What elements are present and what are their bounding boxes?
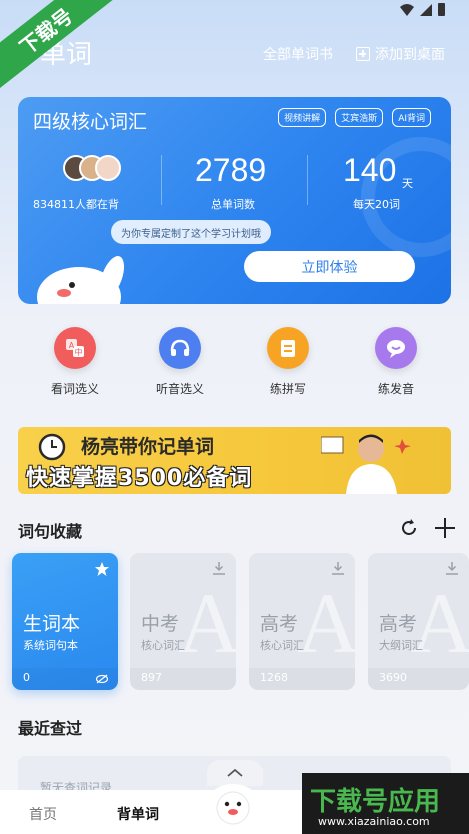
wifi-icon — [400, 3, 414, 16]
promo-banner[interactable]: 杨亮带你记单词 快速掌握3500必备词 — [18, 427, 451, 494]
alarm-clock-icon — [38, 433, 66, 461]
mascot-icon — [37, 256, 125, 304]
days-value: 140 — [343, 152, 397, 188]
card-count: 897 — [141, 671, 162, 684]
card-name: 高考 — [379, 613, 418, 635]
feature-tags: 视频讲解 艾宾浩斯 AI背词 — [278, 108, 431, 127]
daily-words-label: 每天20词 — [353, 198, 400, 211]
tab-home[interactable]: 首页 — [29, 804, 57, 824]
feature-label: 练拼写 — [269, 382, 306, 396]
watermark-title: 下载号应用 — [310, 787, 441, 817]
add-to-desktop-link[interactable]: 添加到桌面 — [356, 44, 445, 64]
all-wordbooks-link[interactable]: 全部单词书 — [263, 44, 333, 64]
headphone-icon — [159, 327, 201, 369]
download-icon[interactable] — [212, 561, 226, 575]
recent-title: 最近查过 — [18, 719, 83, 738]
watermark-bottom: 下载号应用 www.xiazainiao.com — [302, 773, 469, 834]
spelling-icon — [267, 327, 309, 369]
card-subtitle: 核心词汇 — [260, 639, 304, 652]
tag-video: 视频讲解 — [278, 108, 327, 127]
card-count: 0 — [23, 671, 30, 684]
feature-listen-meaning[interactable]: 听音选义 — [140, 327, 220, 397]
feature-word-meaning[interactable]: 中A 看词选义 — [35, 327, 115, 397]
card-name: 高考 — [260, 613, 299, 635]
wordbook-hero-card[interactable]: 四级核心词汇 视频讲解 艾宾浩斯 AI背词 834811人都在背 2789 总单… — [18, 97, 451, 304]
learner-avatars — [63, 155, 123, 185]
card-name: 中考 — [141, 613, 180, 635]
card-subtitle: 系统词句本 — [23, 639, 78, 652]
signal-icon — [420, 3, 432, 16]
banner-line2: 快速掌握3500必备词 — [26, 466, 253, 491]
feature-label: 练发音 — [377, 382, 414, 396]
divider — [307, 155, 308, 205]
feature-pronunciation[interactable]: 练发音 — [356, 327, 436, 397]
divider — [161, 155, 162, 205]
feature-spelling[interactable]: 练拼写 — [248, 327, 328, 397]
wordbook-card-zhongkao[interactable]: A 中考 核心词汇 897 — [130, 553, 236, 690]
card-watermark-letter: A — [296, 575, 355, 671]
tag-ai: AI背词 — [392, 108, 431, 127]
collection-title: 词句收藏 — [18, 522, 83, 541]
feature-label: 听音选义 — [155, 382, 204, 396]
total-words-value: 2789 — [195, 152, 267, 188]
hidden-eye-icon[interactable] — [96, 674, 108, 684]
svg-text:A: A — [69, 341, 75, 350]
card-watermark-letter: A — [410, 575, 469, 671]
feature-label: 看词选义 — [50, 382, 99, 396]
wordbook-card-new-words[interactable]: 生词本 系统词句本 0 — [12, 553, 118, 690]
plan-bubble: 为你专属定制了这个学习计划哦 — [111, 220, 271, 244]
card-subtitle: 核心词汇 — [141, 639, 185, 652]
wordbook-card-gaokao-syllabus[interactable]: A 高考 大纲词汇 3690 — [368, 553, 469, 690]
card-watermark-letter: A — [177, 575, 236, 671]
learner-count: 834811人都在背 — [33, 198, 119, 211]
add-collection-icon[interactable] — [434, 517, 456, 539]
speech-bubble-icon — [375, 327, 417, 369]
add-square-icon — [356, 47, 370, 61]
battery-icon — [438, 3, 445, 16]
add-to-desktop-label: 添加到桌面 — [375, 47, 445, 63]
expand-handle[interactable] — [207, 760, 263, 786]
total-words-label: 总单词数 — [211, 198, 255, 211]
star-icon[interactable] — [94, 561, 110, 577]
svg-text:中: 中 — [75, 347, 83, 357]
download-icon[interactable] — [331, 561, 345, 575]
wordbook-card-gaokao-core[interactable]: A 高考 核心词汇 1268 — [249, 553, 355, 690]
download-icon[interactable] — [445, 561, 459, 575]
card-name: 生词本 — [23, 613, 81, 635]
banner-line1: 杨亮带你记单词 — [81, 436, 215, 458]
mascot-face-icon — [216, 791, 250, 825]
card-count: 3690 — [379, 671, 407, 684]
avatar — [95, 155, 121, 181]
tag-ebbinghaus: 艾宾浩斯 — [335, 108, 384, 127]
try-now-button[interactable]: 立即体验 — [244, 251, 415, 282]
wordbook-title: 四级核心词汇 — [33, 111, 148, 133]
translate-icon: 中A — [54, 327, 96, 369]
presenter-image — [321, 434, 411, 494]
card-subtitle: 大纲词汇 — [379, 639, 423, 652]
days-unit: 天 — [402, 177, 413, 190]
chevron-up-icon — [227, 769, 243, 777]
card-count: 1268 — [260, 671, 288, 684]
tab-words[interactable]: 背单词 — [117, 804, 159, 824]
watermark-url: www.xiazainiao.com — [318, 815, 430, 828]
refresh-icon[interactable] — [399, 518, 419, 538]
